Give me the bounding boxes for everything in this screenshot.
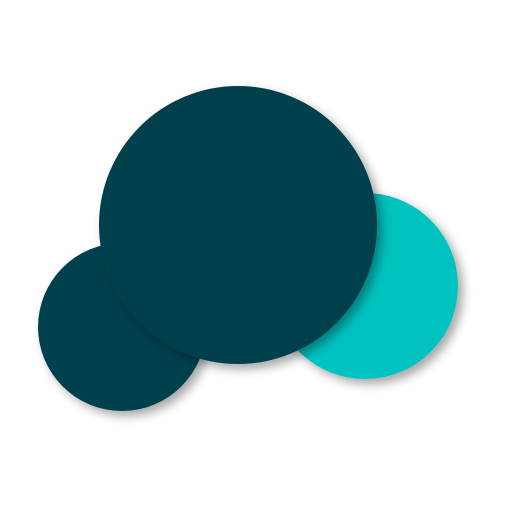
cloud-logo-icon: [38, 86, 458, 411]
logo-canvas: [0, 0, 512, 512]
center-circle: [99, 86, 377, 364]
